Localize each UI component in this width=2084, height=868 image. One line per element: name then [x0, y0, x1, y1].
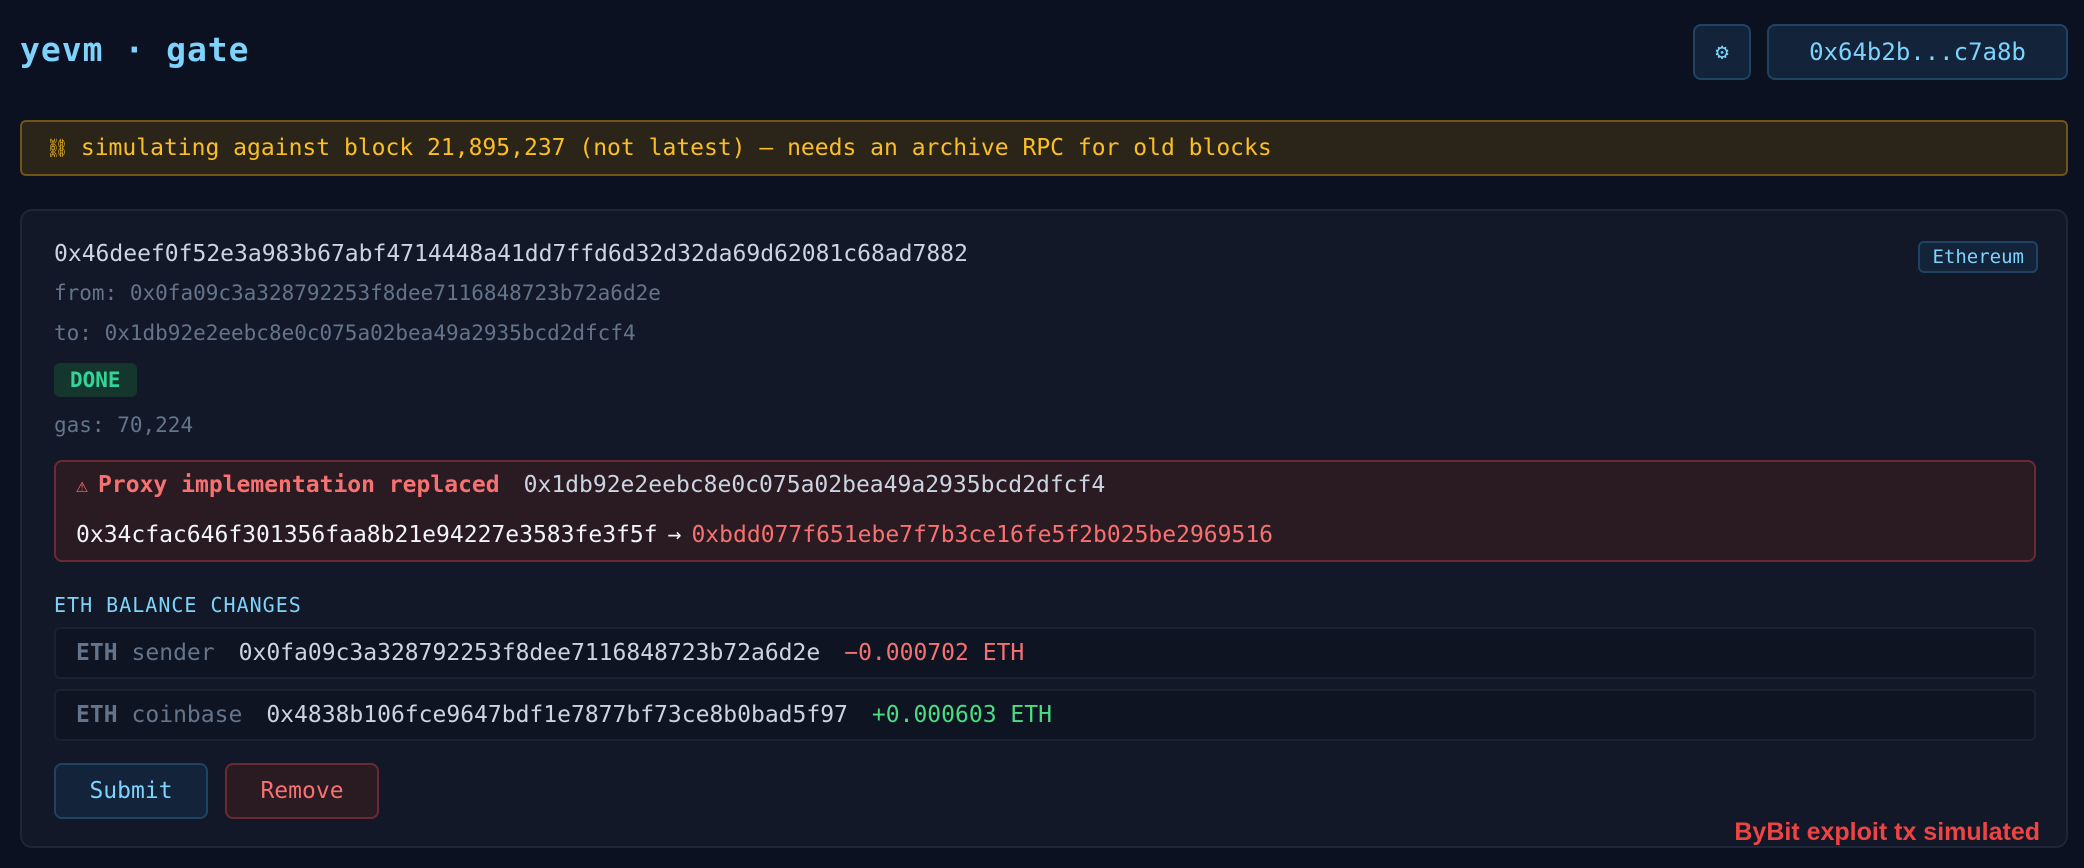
balance-token: ETH [76, 702, 118, 728]
submit-button[interactable]: Submit [54, 763, 208, 819]
warning-icon: ⚠ [76, 473, 89, 497]
old-implementation: 0x34cfac646f301356faa8b21e94227e3583fe3f… [76, 522, 658, 548]
to-label: to: [54, 321, 92, 345]
balance-role: sender [131, 640, 215, 666]
transaction-card: 0x46deef0f52e3a983b67abf4714448a41dd7ffd… [20, 209, 2068, 848]
proxy-replaced-alert: ⚠ Proxy implementation replaced 0x1db92e… [54, 460, 2036, 562]
wallet-address-button[interactable]: 0x64b2b...c7a8b [1767, 24, 2068, 80]
balance-delta: +0.000603 ETH [871, 702, 1052, 728]
gas-label: gas: [54, 413, 105, 437]
balance-delta: −0.000702 ETH [844, 640, 1025, 666]
balance-row: ETH sender 0x0fa09c3a328792253f8dee71168… [54, 627, 2036, 679]
settings-button[interactable]: ⚙ [1693, 24, 1751, 80]
remove-button[interactable]: Remove [225, 763, 379, 819]
status-badge: DONE [54, 363, 137, 397]
alert-header: ⚠ Proxy implementation replaced 0x1db92e… [76, 472, 1105, 498]
balance-role: coinbase [131, 702, 243, 728]
archive-rpc-warning-banner: ⛓ simulating against block 21,895,237 (n… [20, 120, 2068, 176]
chain-link-icon: ⛓ [46, 137, 69, 159]
arrow-right-icon: → [667, 522, 682, 548]
balance-token: ETH [76, 640, 118, 666]
gear-icon: ⚙ [1715, 39, 1729, 65]
gas-value: 70,224 [117, 413, 194, 437]
chain-badge: Ethereum [1918, 241, 2038, 273]
balance-changes-title: ETH BALANCE CHANGES [54, 593, 302, 617]
from-address: 0x0fa09c3a328792253f8dee7116848723b72a6d… [129, 281, 661, 305]
new-implementation: 0xbdd077f651ebe7f7b3ce16fe5f2b025be29695… [691, 522, 1274, 548]
balance-address: 0x0fa09c3a328792253f8dee7116848723b72a6d… [238, 640, 821, 666]
from-line: from: 0x0fa09c3a328792253f8dee7116848723… [54, 281, 661, 305]
caption-text: ByBit exploit tx simulated [1734, 818, 2040, 846]
proxy-address: 0x1db92e2eebc8e0c075a02bea49a2935bcd2dfc… [523, 472, 1106, 498]
to-address: 0x1db92e2eebc8e0c075a02bea49a2935bcd2dfc… [104, 321, 636, 345]
banner-text: simulating against block 21,895,237 (not… [80, 135, 1272, 161]
gas-line: gas: 70,224 [54, 413, 193, 437]
from-label: from: [54, 281, 118, 305]
balance-row: ETH coinbase 0x4838b106fce9647bdf1e7877b… [54, 689, 2036, 741]
balance-address: 0x4838b106fce9647bdf1e7877bf73ce8b0bad5f… [266, 702, 848, 728]
app-header: yevm · gate ⚙ 0x64b2b...c7a8b [0, 0, 2084, 104]
implementation-change: 0x34cfac646f301356faa8b21e94227e3583fe3f… [76, 522, 1273, 548]
tx-hash: 0x46deef0f52e3a983b67abf4714448a41dd7ffd… [54, 241, 968, 267]
alert-title: Proxy implementation replaced [98, 472, 500, 498]
app-title: yevm · gate [20, 30, 250, 69]
to-line: to: 0x1db92e2eebc8e0c075a02bea49a2935bcd… [54, 321, 636, 345]
